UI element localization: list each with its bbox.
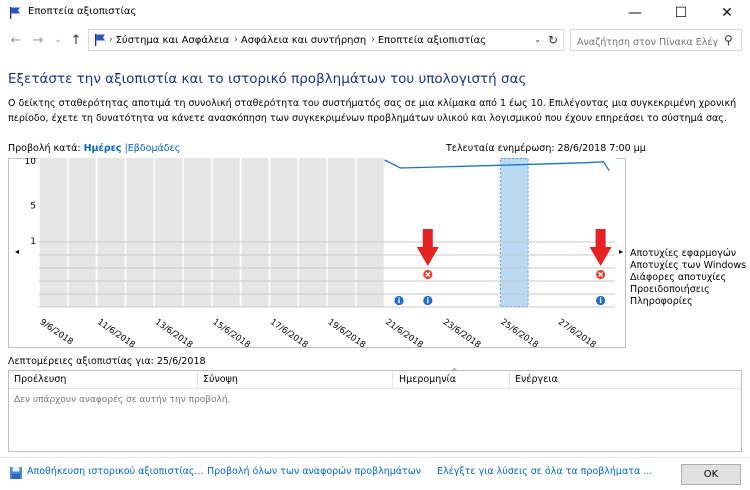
- page-description: Ο δείκτης σταθερότητας αποτιμά τη συνολι…: [8, 98, 737, 124]
- back-arrow-icon[interactable]: ←: [8, 31, 24, 49]
- column-divider[interactable]: [392, 371, 393, 389]
- info-stem-mark: [427, 299, 429, 304]
- column-header-summary[interactable]: Σύνοψη: [203, 374, 238, 385]
- y-tick-label: 1: [30, 237, 36, 247]
- x-tick-label: 11/6/2018: [95, 317, 136, 348]
- y-tick-label: 5: [30, 201, 36, 211]
- scroll-right-icon[interactable]: ▸: [614, 244, 628, 258]
- search-input[interactable]: [570, 29, 742, 51]
- address-bar[interactable]: › Σύστημα και Ασφάλεια › Ασφάλεια και συ…: [88, 29, 564, 51]
- title-bar: Εποπτεία αξιοπιστίας — ☐ ✕: [0, 0, 750, 26]
- day-column[interactable]: [125, 158, 155, 307]
- column-divider[interactable]: [197, 371, 198, 389]
- x-tick-label: 21/6/2018: [383, 317, 424, 348]
- minimize-button[interactable]: —: [612, 0, 658, 26]
- reliability-flag-icon: [10, 7, 20, 19]
- row-label-windows-failures: Αποτυχίες των Windows: [630, 260, 747, 271]
- day-column[interactable]: [528, 158, 558, 307]
- x-tick-label: 17/6/2018: [268, 317, 309, 348]
- footer-bar: Αποθήκευση ιστορικού αξιοπιστίας... Προβ…: [0, 457, 750, 490]
- breadcrumb-system-security[interactable]: Σύστημα και Ασφάλεια: [116, 35, 230, 46]
- sort-ascending-icon: ^: [451, 367, 458, 376]
- column-header-action[interactable]: Ενέργεια: [515, 374, 558, 385]
- breadcrumb-security-maintenance[interactable]: Ασφάλεια και συντήρηση: [241, 35, 366, 46]
- x-tick-label: 13/6/2018: [153, 317, 194, 348]
- day-column[interactable]: [96, 158, 126, 307]
- maximize-button[interactable]: ☐: [658, 0, 704, 26]
- day-column[interactable]: [442, 158, 471, 307]
- x-tick-label: 27/6/2018: [556, 317, 597, 348]
- save-history-link[interactable]: Αποθήκευση ιστορικού αξιοπιστίας...: [27, 466, 203, 477]
- info-dot-mark: [427, 297, 429, 299]
- row-label-app-failures: Αποτυχίες εφαρμογών: [630, 248, 737, 259]
- row-label-warnings: Προειδοποιήσεις: [630, 284, 710, 295]
- column-divider[interactable]: [509, 371, 510, 389]
- view-by-selector: Προβολή κατά: Ημέρες |Εβδομάδες: [8, 143, 180, 154]
- view-weeks-link[interactable]: Εβδομάδες: [128, 143, 181, 154]
- day-column[interactable]: [39, 158, 68, 307]
- address-dropdown-icon[interactable]: ⌄: [534, 35, 541, 44]
- column-header-date[interactable]: Ημερομηνία: [399, 374, 456, 385]
- details-table: Προέλευση Σύνοψη Ημερομηνία ^ Ενέργεια Δ…: [8, 367, 742, 452]
- info-stem-mark: [398, 299, 400, 304]
- x-tick-label: 19/6/2018: [326, 317, 367, 348]
- page-title: Εξετάστε την αξιοπιστία και το ιστορικό …: [8, 71, 527, 87]
- day-column[interactable]: [269, 158, 299, 307]
- view-by-label: Προβολή κατά:: [8, 143, 81, 154]
- empty-message: Δεν υπάρχουν αναφορές σε αυτήν την προβο…: [14, 395, 231, 405]
- control-panel-flag-icon: [95, 34, 105, 46]
- x-tick-label: 15/6/2018: [210, 317, 251, 348]
- info-dot-mark: [398, 297, 400, 299]
- x-tick-label: 9/6/2018: [38, 317, 75, 347]
- view-all-reports-link[interactable]: Προβολή όλων των αναφορών προβλημάτων: [207, 466, 421, 477]
- view-days-link[interactable]: Ημέρες: [84, 143, 122, 154]
- details-title: Λεπτομέρειες αξιοπιστίας για: 25/6/2018: [8, 356, 206, 367]
- search-icon[interactable]: ⚲: [724, 33, 733, 47]
- y-tick-label: 10: [25, 158, 37, 167]
- ok-button[interactable]: OK: [681, 464, 741, 485]
- day-column[interactable]: [67, 158, 97, 307]
- day-column[interactable]: [183, 158, 212, 307]
- day-column[interactable]: [384, 158, 414, 307]
- x-tick-label: 23/6/2018: [441, 317, 482, 348]
- details-table-header: Προέλευση Σύνοψη Ημερομηνία ^ Ενέργεια: [9, 367, 741, 389]
- day-column[interactable]: [240, 158, 270, 307]
- row-label-information: Πληροφορίες: [630, 296, 693, 307]
- save-icon: [10, 467, 22, 479]
- up-arrow-icon[interactable]: ↑: [68, 31, 84, 49]
- day-column[interactable]: [298, 158, 327, 307]
- day-column[interactable]: [211, 158, 241, 307]
- info-dot-mark: [599, 297, 602, 299]
- scroll-left-icon[interactable]: ◂: [8, 244, 26, 258]
- day-column[interactable]: [471, 158, 500, 307]
- navigation-bar: ← → ⌄ ↑ › Σύστημα και Ασφάλεια › Ασφάλει…: [0, 28, 750, 54]
- close-button[interactable]: ✕: [704, 0, 750, 26]
- forward-arrow-icon[interactable]: →: [30, 31, 46, 49]
- day-column[interactable]: [154, 158, 183, 307]
- reliability-chart[interactable]: 10519/6/2018 11/6/2018 13/6/2018 15/6/2018 1…: [8, 158, 626, 348]
- x-tick-label: 25/6/2018: [498, 317, 539, 348]
- window-title: Εποπτεία αξιοπιστίας: [28, 6, 137, 17]
- breadcrumb-reliability-monitor[interactable]: Εποπτεία αξιοπιστίας: [378, 35, 486, 46]
- breadcrumb-separator-icon[interactable]: ›: [109, 35, 113, 45]
- row-label-misc-failures: Διάφορες αποτυχίες: [630, 272, 727, 283]
- day-column[interactable]: [327, 158, 356, 307]
- day-column[interactable]: [355, 158, 385, 307]
- column-header-source[interactable]: Προέλευση: [14, 374, 66, 385]
- recent-locations-icon[interactable]: ⌄: [50, 31, 66, 49]
- selected-day-column[interactable]: [499, 158, 529, 307]
- day-column[interactable]: [557, 158, 587, 307]
- check-solutions-link[interactable]: Ελέγξτε για λύσεις σε όλα τα προβλήματα …: [437, 466, 652, 477]
- last-update-text: Τελευταία ενημέρωση: 28/6/2018 7:00 μμ: [446, 143, 646, 154]
- info-stem-mark: [599, 299, 602, 304]
- breadcrumb-separator-icon[interactable]: ›: [234, 35, 238, 45]
- refresh-icon[interactable]: ↻: [548, 33, 558, 47]
- breadcrumb-separator-icon[interactable]: ›: [371, 35, 375, 45]
